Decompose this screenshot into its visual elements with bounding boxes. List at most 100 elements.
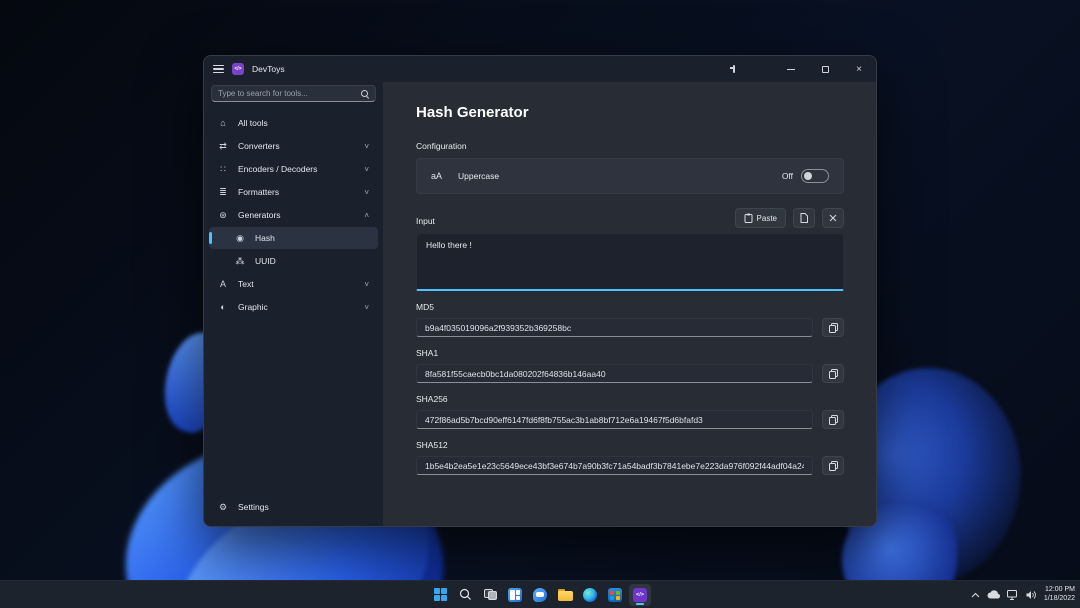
md5-row [416, 318, 844, 337]
md5-copy-button[interactable] [822, 318, 844, 337]
file-explorer-icon [558, 589, 573, 601]
sha512-label: SHA512 [416, 440, 844, 450]
devtoys-window: </> DevToys × ⌂ All tools [203, 55, 877, 527]
close-button[interactable]: × [842, 56, 876, 82]
formatters-icon: ≣ [217, 187, 229, 198]
chat-button[interactable] [529, 584, 551, 606]
sha1-copy-button[interactable] [822, 364, 844, 383]
encoders-decoders-icon: ∷ [217, 164, 229, 175]
compact-overlay-icon [733, 65, 735, 73]
paste-icon [744, 213, 753, 223]
edge-icon [583, 588, 597, 602]
devtoys-icon: </> [633, 588, 647, 602]
maximize-icon [822, 66, 829, 73]
file-icon [800, 213, 808, 223]
chat-icon [533, 588, 547, 602]
title-bar: </> DevToys × [204, 56, 876, 82]
minimize-button[interactable] [774, 56, 808, 82]
microsoft-store-button[interactable] [604, 584, 626, 606]
compact-overlay-button[interactable] [740, 56, 774, 82]
task-view-icon [484, 589, 497, 600]
md5-label: MD5 [416, 302, 844, 312]
hamburger-menu-button[interactable] [213, 65, 224, 73]
taskbar-search-button[interactable] [454, 584, 476, 606]
clock-time: 12:00 PM [1044, 586, 1075, 595]
file-explorer-button[interactable] [554, 584, 576, 606]
widgets-icon [508, 588, 522, 602]
toggle-state-label: Off [782, 171, 793, 181]
chevron-down-icon: ˅ [364, 142, 369, 151]
tool-search-box[interactable] [211, 85, 376, 102]
search-icon[interactable] [360, 89, 369, 98]
edge-button[interactable] [579, 584, 601, 606]
input-label: Input [416, 216, 435, 226]
copy-icon [829, 415, 838, 425]
hash-input-textarea[interactable]: Hello there ! [416, 233, 844, 291]
page-title: Hash Generator [416, 104, 844, 121]
chevron-down-icon: ˅ [364, 303, 369, 312]
devtoys-taskbar-button[interactable]: </> [629, 584, 651, 606]
md5-output-field[interactable] [416, 318, 813, 337]
copy-icon [829, 369, 838, 379]
desktop: </> DevToys × ⌂ All tools [0, 0, 1080, 608]
microsoft-store-icon [608, 588, 622, 602]
sidebar: ⌂ All tools ⇄ Converters ˅ ∷ Encoders / … [204, 82, 383, 526]
uppercase-label: Uppercase [458, 171, 499, 181]
sidebar-item-formatters[interactable]: ≣ Formatters ˅ [209, 181, 378, 203]
paste-button[interactable]: Paste [735, 208, 786, 228]
sha1-output-field[interactable] [416, 364, 813, 383]
start-button[interactable] [429, 584, 451, 606]
windows-start-icon [434, 588, 447, 601]
uuid-icon: ⁂ [234, 256, 246, 267]
sha1-label: SHA1 [416, 348, 844, 358]
graphic-icon: ◐ [217, 302, 229, 312]
sidebar-item-generators[interactable]: ⊛ Generators ˄ [209, 204, 378, 226]
hash-icon: ◉ [234, 233, 246, 244]
window-title: DevToys [252, 64, 285, 74]
converters-icon: ⇄ [217, 141, 229, 152]
uppercase-toggle[interactable] [801, 169, 829, 183]
sidebar-item-settings[interactable]: ⚙ Settings [209, 496, 378, 518]
copy-icon [829, 461, 838, 471]
sha512-copy-button[interactable] [822, 456, 844, 475]
volume-icon[interactable] [1026, 590, 1037, 600]
uppercase-icon: aA [431, 171, 442, 181]
network-icon[interactable] [1007, 590, 1019, 600]
open-file-button[interactable] [793, 208, 815, 228]
taskbar: </> 12:00 PM 1/18/2022 [0, 580, 1080, 608]
sidebar-item-uuid[interactable]: ⁂ UUID [209, 250, 378, 272]
uppercase-setting-card: aA Uppercase Off [416, 158, 844, 194]
chevron-down-icon: ˅ [364, 280, 369, 289]
clear-button[interactable] [822, 208, 844, 228]
show-hidden-icons-chevron[interactable] [971, 592, 980, 598]
sidebar-item-all-tools[interactable]: ⌂ All tools [209, 112, 378, 134]
search-input[interactable] [218, 89, 360, 98]
onedrive-cloud-icon[interactable] [987, 590, 1000, 599]
close-icon [829, 214, 837, 222]
sha512-output-field[interactable] [416, 456, 813, 475]
sha256-copy-button[interactable] [822, 410, 844, 429]
chevron-up-icon: ˄ [364, 211, 369, 220]
task-view-button[interactable] [479, 584, 501, 606]
copy-icon [829, 323, 838, 333]
widgets-button[interactable] [504, 584, 526, 606]
text-icon: A [217, 279, 229, 289]
configuration-label: Configuration [416, 141, 844, 151]
search-icon [459, 588, 472, 601]
sha256-label: SHA256 [416, 394, 844, 404]
sidebar-item-encoders-decoders[interactable]: ∷ Encoders / Decoders ˅ [209, 158, 378, 180]
sidebar-item-converters[interactable]: ⇄ Converters ˅ [209, 135, 378, 157]
gear-icon: ⚙ [217, 502, 229, 513]
sidebar-item-graphic[interactable]: ◐ Graphic ˅ [209, 296, 378, 318]
sha256-row [416, 410, 844, 429]
home-icon: ⌂ [217, 118, 229, 128]
sha256-output-field[interactable] [416, 410, 813, 429]
clock[interactable]: 12:00 PM 1/18/2022 [1044, 586, 1075, 603]
sidebar-item-text[interactable]: A Text ˅ [209, 273, 378, 295]
main-panel: Hash Generator Configuration aA Uppercas… [383, 82, 876, 526]
sha512-row [416, 456, 844, 475]
generators-icon: ⊛ [217, 210, 229, 221]
chevron-down-icon: ˅ [364, 188, 369, 197]
maximize-button[interactable] [808, 56, 842, 82]
sidebar-item-hash[interactable]: ◉ Hash [209, 227, 378, 249]
